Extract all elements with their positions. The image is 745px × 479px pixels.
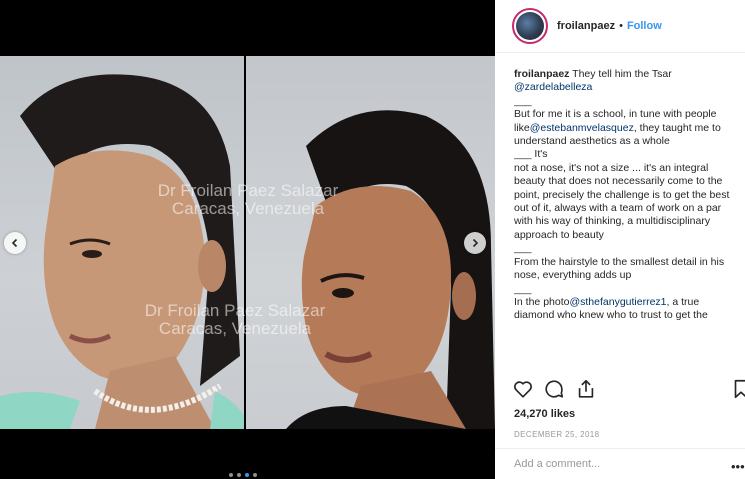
chevron-right-icon xyxy=(472,238,479,248)
mention-link[interactable]: @estebanmvelasquez xyxy=(530,122,634,134)
caption-separator: ___ xyxy=(514,94,532,107)
comment-input[interactable] xyxy=(514,458,714,470)
watermark-top: Dr Froilan Paez Salazar Caracas, Venezue… xyxy=(148,182,348,218)
watermark-line: Caracas, Venezuela xyxy=(171,199,325,218)
follow-button[interactable]: Follow xyxy=(627,20,662,32)
post-media: Dr Froilan Paez Salazar Caracas, Venezue… xyxy=(0,0,495,479)
after-photo xyxy=(246,56,495,429)
carousel-dot xyxy=(253,473,257,477)
post-header: froilanpaez • Follow xyxy=(495,0,745,53)
comment-icon[interactable] xyxy=(543,378,565,400)
post-caption: froilanpaez They tell him the Tsar @zard… xyxy=(514,68,740,368)
avatar-image xyxy=(516,12,544,40)
caption-text: not a nose, it's not a size ... it's an … xyxy=(514,161,730,241)
post-date: DECEMBER 25, 2018 xyxy=(514,430,600,439)
next-image-button[interactable] xyxy=(464,232,486,254)
caption-username[interactable]: froilanpaez xyxy=(514,68,569,80)
likes-count[interactable]: 24,270 likes xyxy=(514,408,575,420)
caption-text: They tell him the Tsar xyxy=(569,68,672,80)
mention-link[interactable]: @sthefanygutierrez1 xyxy=(569,296,666,308)
post-actions xyxy=(512,378,745,404)
caption-text: From the hairstyle to the smallest detai… xyxy=(514,255,725,282)
bookmark-icon[interactable] xyxy=(732,378,745,400)
previous-image-button[interactable] xyxy=(4,232,26,254)
carousel-dot xyxy=(245,473,249,477)
carousel-dot xyxy=(237,473,241,477)
mention-link[interactable]: @zardelabelleza xyxy=(514,81,592,93)
heart-icon[interactable] xyxy=(512,378,534,400)
caption-separator: ___ xyxy=(514,242,532,255)
watermark-line: Caracas, Venezuela xyxy=(158,319,312,338)
avatar[interactable] xyxy=(512,8,548,44)
divider xyxy=(495,448,745,449)
chevron-left-icon xyxy=(11,238,18,248)
watermark-line: Dr Froilan Paez Salazar xyxy=(144,301,326,320)
carousel-indicator xyxy=(229,473,257,477)
caption-separator: ___ xyxy=(514,282,532,295)
separator-dot: • xyxy=(619,20,623,32)
post-details-panel: froilanpaez • Follow froilanpaez They te… xyxy=(495,0,745,479)
before-photo xyxy=(0,56,244,429)
carousel-dot xyxy=(229,473,233,477)
watermark-line: Dr Froilan Paez Salazar xyxy=(157,181,339,200)
more-options-icon[interactable]: ••• xyxy=(731,459,745,474)
username-link[interactable]: froilanpaez xyxy=(557,20,615,32)
watermark-bottom: Dr Froilan Paez Salazar Caracas, Venezue… xyxy=(130,302,340,338)
caption-text: In the photo xyxy=(514,295,570,308)
caption-separator: ___ It's xyxy=(514,148,548,161)
share-icon[interactable] xyxy=(575,378,597,400)
